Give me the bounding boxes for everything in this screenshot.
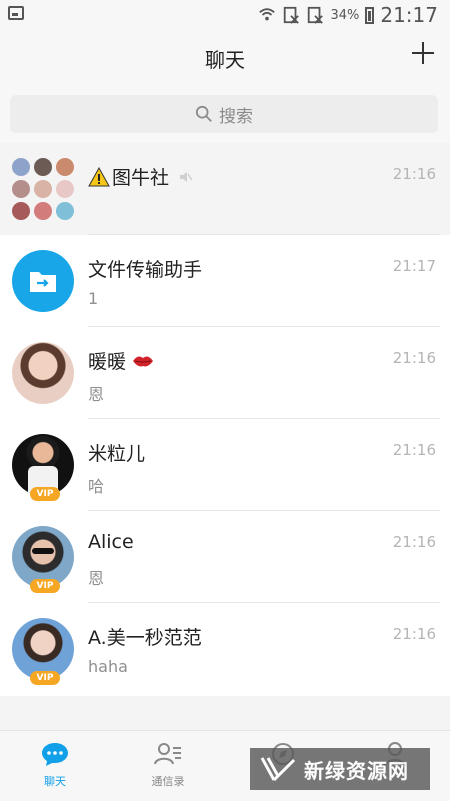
search-area: 搜索 [0, 85, 450, 143]
chat-preview: 恩 [88, 569, 105, 588]
chat-name: 暖暖 [88, 347, 154, 374]
chat-item-file-helper[interactable]: 文件传输助手 1 21:17 [0, 235, 450, 327]
sim-off-icon [284, 6, 300, 24]
lips-icon [133, 356, 154, 366]
chat-time: 21:16 [392, 349, 436, 367]
chat-preview: 哈 [88, 477, 105, 496]
chat-item-mili[interactable]: VIP 米粒儿 哈 21:16 [0, 419, 450, 511]
chat-name: Alice [88, 531, 134, 553]
chat-preview: haha [88, 657, 128, 676]
add-button[interactable] [410, 40, 436, 66]
avatar [12, 342, 74, 404]
watermark-text: 新绿资源网 [304, 758, 409, 783]
chat-item-nuannuan[interactable]: 暖暖 恩 21:16 [0, 327, 450, 419]
chat-time: 21:16 [392, 441, 436, 459]
watermark: 新绿资源网 [250, 748, 430, 790]
tab-contacts[interactable]: 通信录 [128, 739, 208, 789]
chat-bubble-icon [42, 743, 68, 766]
chat-time: 21:16 [392, 165, 436, 183]
search-placeholder: 搜索 [219, 106, 253, 127]
chat-name: A.美一秒范范 [88, 627, 202, 649]
battery-icon [365, 6, 375, 24]
header: 聊天 [0, 30, 450, 85]
clock: 21:17 [380, 3, 438, 27]
mute-icon [180, 171, 193, 182]
chat-item-group[interactable]: 图牛社 21:16 [0, 143, 450, 235]
chat-name: 文件传输助手 [88, 259, 203, 281]
chat-item-fanfan[interactable]: VIP A.美一秒范范 haha 21:16 [0, 603, 450, 695]
watermark-logo-icon [260, 757, 296, 782]
chat-list: 图牛社 21:16 文件传输助手 1 21:17 暖暖 恩 21:16 VIP … [0, 143, 450, 695]
sim-off-icon [308, 6, 324, 24]
vip-badge: VIP [30, 487, 60, 501]
chat-preview: 1 [88, 289, 99, 308]
wifi-icon [259, 8, 276, 21]
status-bar: 34% 21:17 [0, 0, 450, 30]
tab-chat[interactable]: 聊天 [15, 739, 95, 789]
chat-name: 图牛社 [88, 163, 193, 190]
list-footer [0, 696, 450, 730]
folder-icon [30, 272, 56, 292]
contacts-icon [154, 743, 181, 765]
search-input[interactable]: 搜索 [10, 95, 438, 133]
page-title: 聊天 [205, 48, 245, 72]
warning-icon [88, 166, 110, 186]
group-avatar [12, 158, 74, 220]
file-helper-avatar [12, 250, 74, 312]
chat-time: 21:17 [392, 257, 436, 275]
tab-chat-label: 聊天 [44, 775, 66, 788]
search-icon [195, 105, 212, 122]
notification-icon [8, 6, 24, 20]
status-icons: 34% 21:17 [258, 2, 438, 28]
chat-time: 21:16 [392, 533, 436, 551]
vip-badge: VIP [30, 579, 60, 593]
tab-contacts-label: 通信录 [151, 775, 185, 788]
chat-preview: 恩 [88, 385, 105, 404]
vip-badge: VIP [30, 671, 60, 685]
chat-name: 米粒儿 [88, 443, 146, 465]
chat-item-alice[interactable]: VIP Alice 恩 21:16 [0, 511, 450, 603]
chat-time: 21:16 [392, 625, 436, 643]
battery-percent: 34% [330, 7, 360, 23]
